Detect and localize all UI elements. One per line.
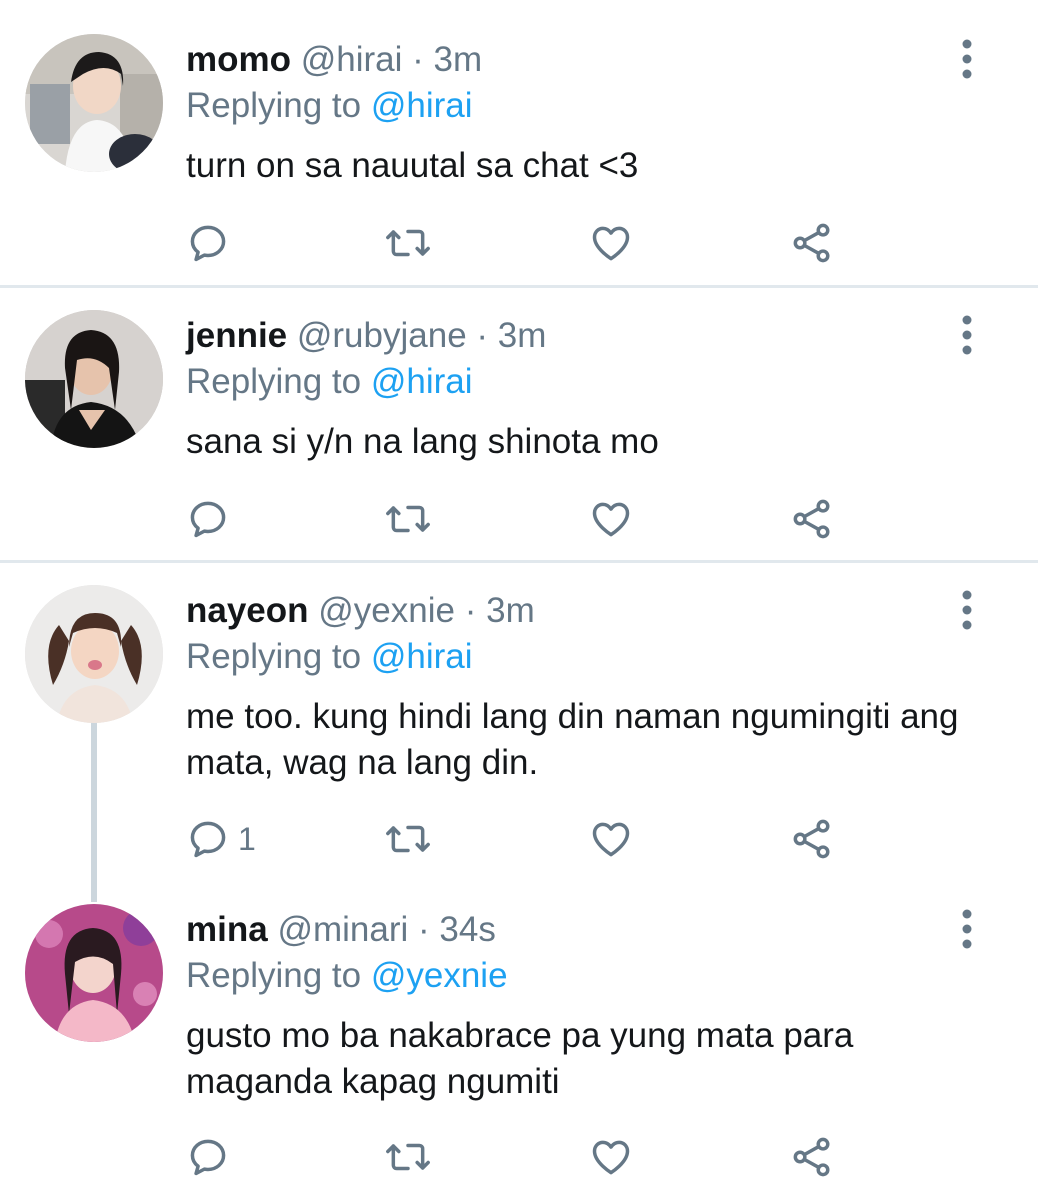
tweet-text: sana si y/n na lang shinota mo — [186, 422, 659, 461]
replying-to-label: Replying to — [186, 86, 362, 125]
tweet-actions — [186, 1132, 906, 1182]
avatar-mina[interactable] — [25, 904, 163, 1042]
reply-button[interactable]: 1 — [186, 814, 256, 864]
more-vertical-icon[interactable] — [950, 908, 984, 952]
retweet-button[interactable] — [384, 1132, 432, 1182]
tweet-actions — [186, 494, 906, 544]
user-handle[interactable]: @rubyjane — [297, 316, 467, 355]
user-handle[interactable]: @minari — [277, 910, 408, 949]
more-vertical-icon[interactable] — [950, 314, 984, 358]
tweet-actions — [186, 218, 906, 268]
tweet-nayeon[interactable]: nayeon @yexnie · 3m Replying to @hirai m… — [0, 563, 1038, 883]
display-name[interactable]: jennie — [186, 316, 287, 355]
separator-dot: · — [476, 316, 489, 355]
more-vertical-icon[interactable] — [950, 589, 984, 633]
timestamp[interactable]: 34s — [439, 910, 495, 949]
replying-to-mention[interactable]: @hirai — [371, 637, 473, 676]
tweet-text: gusto mo ba nakabrace pa yung mata para … — [186, 1016, 854, 1101]
tweet-header: nayeon @yexnie · 3m — [186, 589, 535, 633]
retweet-button[interactable] — [384, 218, 432, 268]
avatar-jennie[interactable] — [25, 310, 163, 448]
timestamp[interactable]: 3m — [486, 591, 535, 630]
heart-icon — [588, 497, 634, 541]
like-button[interactable] — [588, 814, 634, 864]
like-button[interactable] — [588, 1132, 634, 1182]
retweet-button[interactable] — [384, 494, 432, 544]
reply-icon — [186, 1135, 230, 1179]
like-button[interactable] — [588, 494, 634, 544]
separator-dot: · — [464, 591, 477, 630]
heart-icon — [588, 817, 634, 861]
tweet-header: mina @minari · 34s — [186, 908, 496, 952]
replying-to-label: Replying to — [186, 362, 362, 401]
timestamp[interactable]: 3m — [498, 316, 547, 355]
retweet-icon — [384, 817, 432, 861]
share-icon — [790, 221, 834, 265]
replying-to: Replying to @yexnie — [186, 954, 508, 998]
tweet-header: momo @hirai · 3m — [186, 38, 482, 82]
share-button[interactable] — [790, 814, 834, 864]
heart-icon — [588, 221, 634, 265]
retweet-button[interactable] — [384, 814, 432, 864]
share-icon — [790, 497, 834, 541]
retweet-icon — [384, 221, 432, 265]
replying-to-mention[interactable]: @hirai — [371, 362, 473, 401]
reply-button[interactable] — [186, 218, 238, 268]
reply-button[interactable] — [186, 1132, 238, 1182]
reply-icon — [186, 221, 230, 265]
user-handle[interactable]: @yexnie — [318, 591, 455, 630]
user-handle[interactable]: @hirai — [301, 40, 403, 79]
display-name[interactable]: momo — [186, 40, 291, 79]
tweet-mina[interactable]: mina @minari · 34s Replying to @yexnie g… — [0, 883, 1038, 1200]
tweet-text: turn on sa nauutal sa chat <3 — [186, 146, 639, 185]
replying-to-mention[interactable]: @hirai — [371, 86, 473, 125]
share-button[interactable] — [790, 218, 834, 268]
share-icon — [790, 817, 834, 861]
replying-to-mention[interactable]: @yexnie — [371, 956, 508, 995]
reply-icon — [186, 497, 230, 541]
heart-icon — [588, 1135, 634, 1179]
timestamp[interactable]: 3m — [434, 40, 483, 79]
tweet-jennie[interactable]: jennie @rubyjane · 3m Replying to @hirai… — [0, 288, 1038, 560]
replying-to: Replying to @hirai — [186, 84, 473, 128]
avatar-nayeon[interactable] — [25, 585, 163, 723]
share-icon — [790, 1135, 834, 1179]
display-name[interactable]: mina — [186, 910, 268, 949]
reply-icon — [186, 817, 230, 861]
reply-button[interactable] — [186, 494, 238, 544]
avatar-momo[interactable] — [25, 34, 163, 172]
share-button[interactable] — [790, 494, 834, 544]
display-name[interactable]: nayeon — [186, 591, 309, 630]
replying-to: Replying to @hirai — [186, 360, 473, 404]
more-vertical-icon[interactable] — [950, 38, 984, 82]
separator-dot: · — [418, 910, 430, 949]
replying-to-label: Replying to — [186, 956, 362, 995]
tweet-text: me too. kung hindi lang din naman ngumin… — [186, 697, 959, 782]
retweet-icon — [384, 1135, 432, 1179]
separator-dot: · — [412, 40, 424, 79]
replying-to: Replying to @hirai — [186, 635, 473, 679]
replying-to-label: Replying to — [186, 637, 362, 676]
retweet-icon — [384, 497, 432, 541]
share-button[interactable] — [790, 1132, 834, 1182]
like-button[interactable] — [588, 218, 634, 268]
tweet-momo[interactable]: momo @hirai · 3m Replying to @hirai turn… — [0, 0, 1038, 285]
tweet-header: jennie @rubyjane · 3m — [186, 314, 546, 358]
reply-count: 1 — [238, 820, 256, 857]
tweet-actions: 1 — [186, 814, 906, 864]
